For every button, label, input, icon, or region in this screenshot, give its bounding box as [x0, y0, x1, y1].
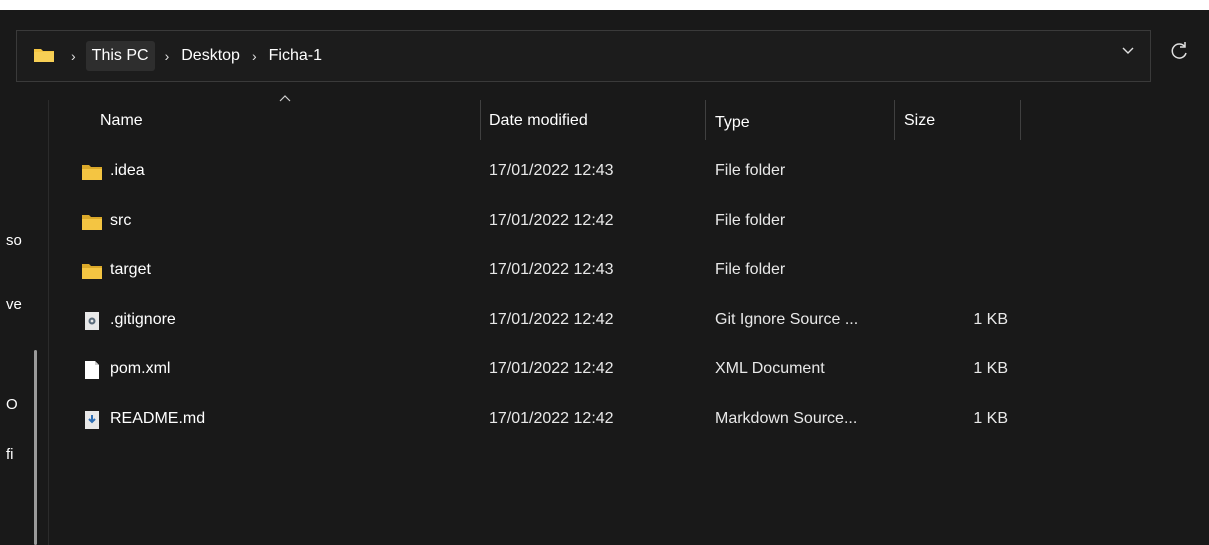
file-type: XML Document [715, 360, 825, 378]
column-header-name[interactable]: Name [100, 112, 143, 130]
folder-icon [82, 214, 102, 230]
breadcrumb-this-pc[interactable]: This PC [85, 41, 155, 71]
file-name: src [110, 211, 132, 229]
column-divider[interactable] [1020, 100, 1021, 140]
file-size: 1 KB [973, 409, 1008, 427]
chevron-down-icon[interactable] [1120, 44, 1136, 56]
file-name: target [110, 261, 151, 279]
file-explorer-window: › This PC › Desktop › Ficha-1 so ve O fi… [0, 0, 1209, 545]
blank-file-icon [85, 361, 99, 380]
file-date-modified: 17/01/2022 12:42 [489, 310, 614, 328]
file-type: Git Ignore Source ... [715, 310, 859, 328]
file-date-modified: 17/01/2022 12:42 [489, 211, 614, 229]
sort-ascending-icon [279, 95, 291, 102]
breadcrumb-desktop[interactable]: Desktop [179, 43, 242, 69]
navigation-pane: so ve O fi [0, 100, 50, 545]
file-date-modified: 17/01/2022 12:43 [489, 261, 614, 279]
file-row[interactable]: src 17/01/2022 12:42 File folder [60, 198, 1200, 248]
nav-scrollbar[interactable] [34, 350, 37, 545]
file-size: 1 KB [973, 360, 1008, 378]
file-date-modified: 17/01/2022 12:43 [489, 162, 614, 179]
file-date-modified: 17/01/2022 12:42 [489, 360, 614, 378]
file-row[interactable]: .idea 17/01/2022 12:43 File folder [60, 148, 1200, 198]
markdown-file-icon [85, 410, 99, 429]
gear-file-icon [85, 311, 99, 330]
folder-icon [82, 165, 102, 180]
address-row: › This PC › Desktop › Ficha-1 [0, 10, 1209, 100]
file-name: .idea [110, 162, 145, 179]
nav-item-fragment[interactable]: ve [6, 296, 26, 313]
breadcrumb: › This PC › Desktop › Ficha-1 [61, 31, 324, 81]
column-divider[interactable] [705, 100, 706, 140]
folder-icon [82, 264, 102, 280]
file-type: File folder [715, 211, 786, 229]
column-divider[interactable] [894, 100, 895, 140]
column-header-size[interactable]: Size [904, 112, 935, 130]
breadcrumb-ficha-1[interactable]: Ficha-1 [267, 43, 324, 69]
file-size: 1 KB [973, 310, 1008, 328]
file-row[interactable]: target 17/01/2022 12:43 File folder [60, 247, 1200, 297]
file-type: Markdown Source... [715, 409, 858, 427]
file-row[interactable]: README.md 17/01/2022 12:42 Markdown Sour… [60, 396, 1200, 446]
chevron-right-icon[interactable]: › [71, 48, 76, 64]
address-bar[interactable]: › This PC › Desktop › Ficha-1 [16, 30, 1151, 82]
folder-icon [34, 49, 54, 62]
chevron-right-icon[interactable]: › [165, 48, 170, 64]
column-header-date-modified[interactable]: Date modified [489, 112, 588, 130]
file-date-modified: 17/01/2022 12:42 [489, 409, 614, 427]
nav-item-fragment[interactable]: so [6, 232, 26, 249]
column-divider[interactable] [480, 100, 481, 140]
file-type: File folder [715, 261, 786, 279]
nav-item-fragment[interactable]: fi [6, 446, 26, 463]
file-type: File folder [715, 162, 786, 179]
file-list: .idea 17/01/2022 12:43 File folder src 1… [60, 148, 1200, 446]
file-name: README.md [110, 409, 206, 427]
chevron-right-icon[interactable]: › [252, 48, 257, 64]
file-row[interactable]: .gitignore 17/01/2022 12:42 Git Ignore S… [60, 297, 1200, 347]
file-row[interactable]: pom.xml 17/01/2022 12:42 XML Document 1 … [60, 346, 1200, 396]
column-header-type[interactable]: Type [715, 114, 750, 132]
title-strip [0, 0, 1209, 10]
file-name: .gitignore [110, 310, 176, 328]
refresh-icon[interactable] [1168, 40, 1190, 62]
file-name: pom.xml [110, 360, 171, 378]
nav-item-fragment[interactable]: O [6, 396, 26, 413]
pane-divider[interactable] [48, 100, 49, 545]
column-headers: Name Date modified Type Size [60, 95, 1200, 144]
